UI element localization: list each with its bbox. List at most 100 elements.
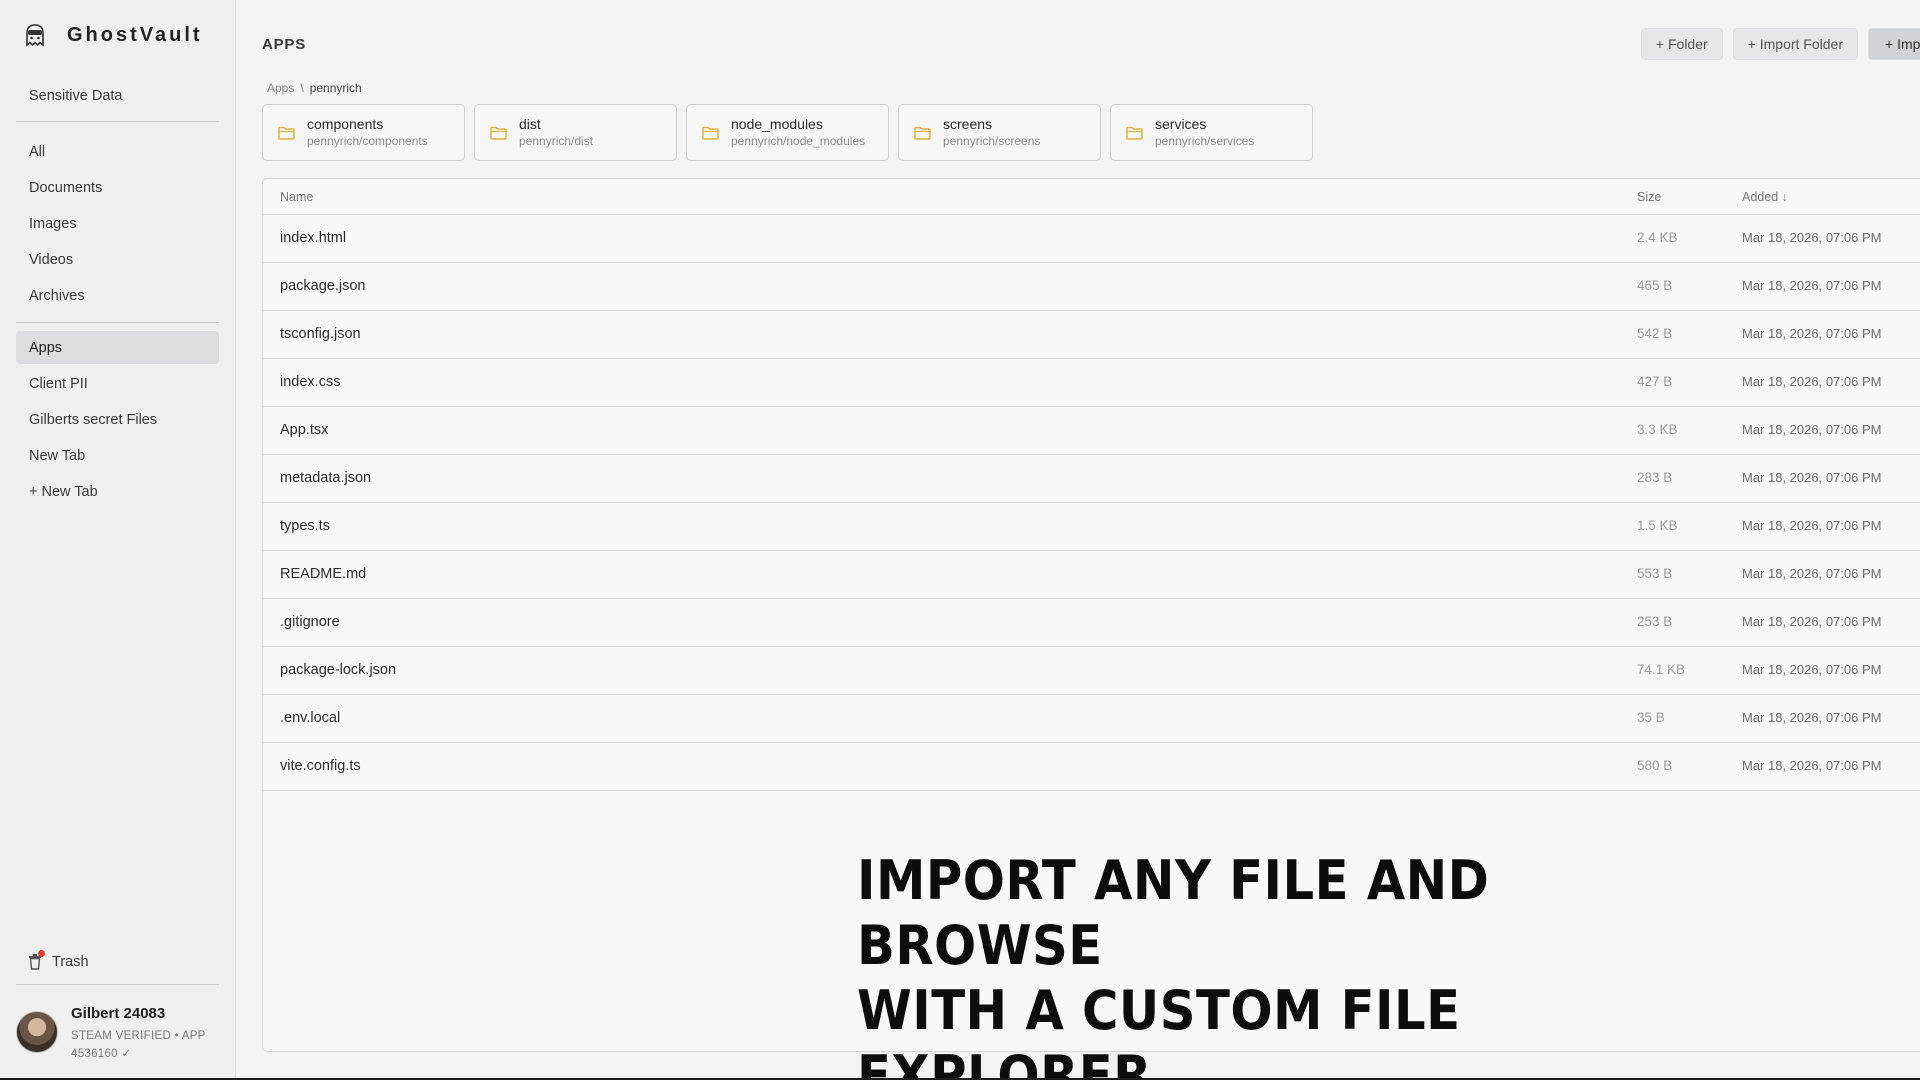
file-added: Mar 18, 2026, 07:06 PM xyxy=(1742,662,1882,677)
folder-icon xyxy=(490,126,507,140)
sidebar-divider xyxy=(16,984,219,985)
table-row[interactable]: App.tsx 3.3 KB Mar 18, 2026, 07:06 PM xyxy=(263,407,1920,455)
file-size: 74.1 KB xyxy=(1637,662,1686,677)
file-name: README.md xyxy=(280,566,367,582)
import-folder-button[interactable]: + Import Folder xyxy=(1732,28,1858,60)
user-name: Gilbert 24083 xyxy=(71,1005,166,1022)
folder-card[interactable]: screens pennyrich/screens xyxy=(898,104,1101,161)
filter-all[interactable]: All xyxy=(16,135,219,168)
column-header-name[interactable]: Name xyxy=(280,190,313,204)
tab-apps[interactable]: Apps xyxy=(16,331,219,364)
folder-icon xyxy=(1126,126,1143,140)
file-added: Mar 18, 2026, 07:06 PM xyxy=(1742,518,1882,533)
promo-line-1: IMPORT ANY FILE AND BROWSE xyxy=(857,849,1490,977)
tab-client-pii[interactable]: Client PII xyxy=(16,367,219,400)
table-row[interactable]: .env.local 35 B Mar 18, 2026, 07:06 PM xyxy=(263,695,1920,743)
folder-path: pennyrich/node_modules xyxy=(731,133,866,148)
filter-documents[interactable]: Documents xyxy=(16,171,219,204)
toolbar: + Folder + Import Folder + Imp xyxy=(1640,28,1920,60)
file-size: 2.4 KB xyxy=(1637,230,1678,245)
table-row[interactable]: vite.config.ts 580 B Mar 18, 2026, 07:06 P… xyxy=(263,743,1920,791)
trash-button[interactable]: Trash xyxy=(28,950,89,970)
folder-path: pennyrich/components xyxy=(307,133,428,148)
folder-card[interactable]: services pennyrich/services xyxy=(1110,104,1313,161)
folder-path: pennyrich/services xyxy=(1155,133,1255,148)
file-name: tsconfig.json xyxy=(280,326,361,342)
table-row[interactable]: package-lock.json 74.1 KB Mar 18, 2026, 07… xyxy=(263,647,1920,695)
file-name: package-lock.json xyxy=(280,662,397,678)
file-added: Mar 18, 2026, 07:06 PM xyxy=(1742,614,1882,629)
trash-label: Trash xyxy=(52,953,89,970)
user-profile[interactable]: Gilbert 24083 STEAM VERIFIED • APP 45361… xyxy=(16,1005,226,1065)
tab-new-tab[interactable]: New Tab xyxy=(16,439,219,472)
folder-name: node_modules xyxy=(731,115,823,132)
breadcrumb: Apps \ pennyrich xyxy=(267,81,362,95)
file-size: 35 B xyxy=(1637,710,1665,725)
folder-path: pennyrich/dist xyxy=(519,133,594,148)
user-verification: STEAM VERIFIED • APP 4536160 ✓ xyxy=(71,1030,206,1060)
brand[interactable]: GhostVault xyxy=(20,18,203,52)
file-size: 580 B xyxy=(1637,758,1673,773)
file-name: vite.config.ts xyxy=(280,758,361,774)
file-size: 1.5 KB xyxy=(1637,518,1678,533)
add-tab-button[interactable]: + New Tab xyxy=(16,475,219,508)
file-added: Mar 18, 2026, 07:06 PM xyxy=(1742,710,1882,725)
folder-card[interactable]: components pennyrich/components xyxy=(262,104,465,161)
file-name: App.tsx xyxy=(280,422,329,438)
file-added: Mar 18, 2026, 07:06 PM xyxy=(1742,278,1882,293)
folder-name: dist xyxy=(519,115,541,132)
folder-name: components xyxy=(307,115,384,132)
file-name: index.css xyxy=(280,374,341,390)
table-header: Name Size Added ↓ xyxy=(263,179,1920,215)
folder-name: screens xyxy=(943,115,993,132)
file-added: Mar 18, 2026, 07:06 PM xyxy=(1742,566,1882,581)
file-name: .gitignore xyxy=(280,614,340,630)
file-size: 542 B xyxy=(1637,326,1673,341)
file-size: 427 B xyxy=(1637,374,1673,389)
page-title: APPS xyxy=(262,36,307,53)
tab-gilberts-secret-files[interactable]: Gilberts secret Files xyxy=(16,403,219,436)
folder-list: components pennyrich/components dist pen… xyxy=(262,104,1313,161)
file-name: metadata.json xyxy=(280,470,372,486)
column-header-size[interactable]: Size xyxy=(1637,190,1661,204)
sidebar-divider xyxy=(16,322,219,323)
sidebar: GhostVault Sensitive Data All Documents … xyxy=(0,0,236,1080)
new-folder-button[interactable]: + Folder xyxy=(1640,28,1723,60)
table-row[interactable]: metadata.json 283 B Mar 18, 2026, 07:06 PM xyxy=(263,455,1920,503)
table-row[interactable]: index.css 427 B Mar 18, 2026, 07:06 PM xyxy=(263,359,1920,407)
table-body: index.html 2.4 KB Mar 18, 2026, 07:06 PM pa… xyxy=(263,215,1920,791)
file-added: Mar 18, 2026, 07:06 PM xyxy=(1742,230,1882,245)
file-size: 465 B xyxy=(1637,278,1673,293)
column-header-added[interactable]: Added ↓ xyxy=(1742,190,1788,204)
folder-icon xyxy=(702,126,719,140)
sidebar-section-sensitive-data[interactable]: Sensitive Data xyxy=(16,79,219,112)
folder-icon xyxy=(278,126,295,140)
table-row[interactable]: README.md 553 B Mar 18, 2026, 07:06 PM xyxy=(263,551,1920,599)
promo-caption: IMPORT ANY FILE AND BROWSE WITH A CUSTOM… xyxy=(857,848,1685,1080)
file-name: index.html xyxy=(280,230,347,246)
filter-videos[interactable]: Videos xyxy=(16,243,219,276)
promo-line-2: WITH A CUSTOM FILE EXPLORER xyxy=(857,979,1461,1080)
filter-images[interactable]: Images xyxy=(16,207,219,240)
file-size: 253 B xyxy=(1637,614,1673,629)
table-row[interactable]: tsconfig.json 542 B Mar 18, 2026, 07:06 PM xyxy=(263,311,1920,359)
file-added: Mar 18, 2026, 07:06 PM xyxy=(1742,422,1882,437)
folder-card[interactable]: node_modules pennyrich/node_modules xyxy=(686,104,889,161)
breadcrumb-current: pennyrich xyxy=(309,81,362,95)
folder-path: pennyrich/screens xyxy=(943,133,1041,148)
import-button[interactable]: + Imp xyxy=(1868,28,1920,60)
folder-card[interactable]: dist pennyrich/dist xyxy=(474,104,677,161)
table-row[interactable]: types.ts 1.5 KB Mar 18, 2026, 07:06 PM xyxy=(263,503,1920,551)
avatar xyxy=(16,1011,58,1053)
file-size: 3.3 KB xyxy=(1637,422,1678,437)
table-row[interactable]: .gitignore 253 B Mar 18, 2026, 07:06 PM xyxy=(263,599,1920,647)
file-size: 553 B xyxy=(1637,566,1673,581)
table-row[interactable]: index.html 2.4 KB Mar 18, 2026, 07:06 PM xyxy=(263,215,1920,263)
file-size: 283 B xyxy=(1637,470,1673,485)
folder-icon xyxy=(914,126,931,140)
table-row[interactable]: package.json 465 B Mar 18, 2026, 07:06 PM xyxy=(263,263,1920,311)
breadcrumb-root[interactable]: Apps xyxy=(267,81,294,95)
breadcrumb-separator: \ xyxy=(300,81,304,95)
filter-archives[interactable]: Archives xyxy=(16,279,219,312)
app-name: GhostVault xyxy=(67,23,203,46)
